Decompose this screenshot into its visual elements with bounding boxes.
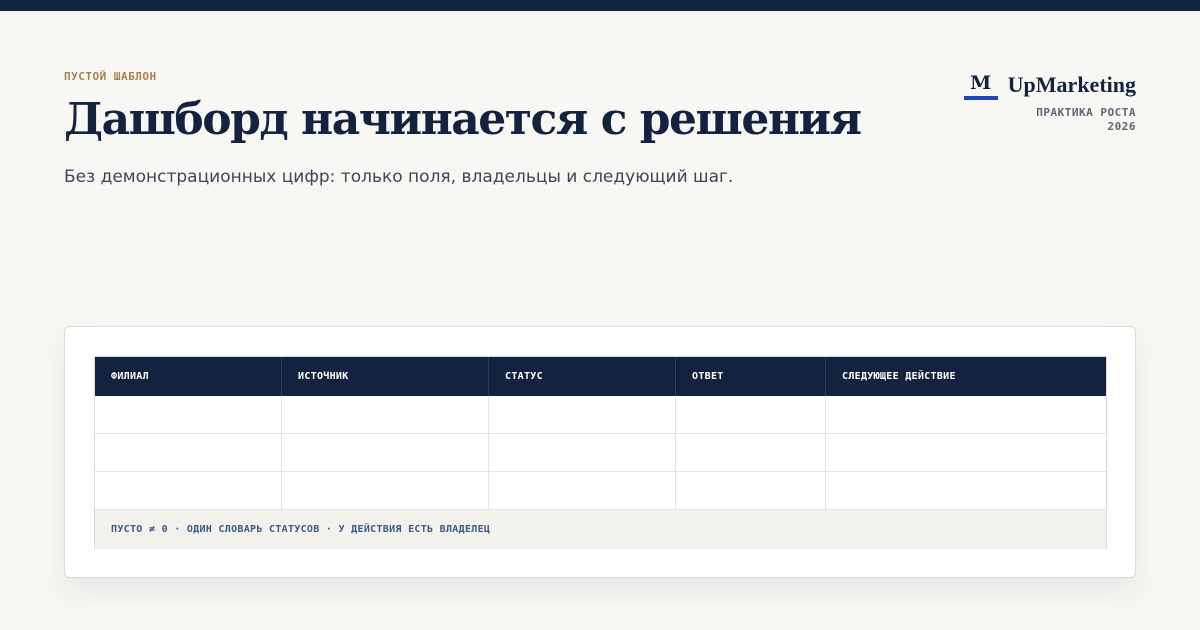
table-cell[interactable] (676, 434, 826, 471)
table-cell[interactable] (95, 396, 282, 433)
table-cell[interactable] (676, 396, 826, 433)
table-cell[interactable] (826, 472, 1106, 509)
eyebrow-label: ПУСТОЙ ШАБЛОН (64, 70, 157, 83)
table-cell[interactable] (282, 434, 489, 471)
brand-tagline: ПРАКТИКА РОСТА 2026 (1036, 106, 1136, 134)
page-title: Дашборд начинается с решения (64, 94, 862, 145)
brand-year: 2026 (1107, 120, 1136, 133)
column-header-status[interactable]: СТАТУС (489, 357, 676, 396)
brand-name: UpMarketing (1007, 72, 1136, 97)
table-cell[interactable] (95, 434, 282, 471)
table-cell[interactable] (95, 472, 282, 509)
table-cell[interactable] (826, 396, 1106, 433)
table-cell[interactable] (489, 434, 676, 471)
brand-logo-icon: M (963, 70, 998, 100)
brand-row: M UpMarketing (963, 70, 1136, 100)
table-cell[interactable] (282, 472, 489, 509)
table-cell[interactable] (282, 396, 489, 433)
table-cell[interactable] (676, 472, 826, 509)
top-accent-bar (0, 0, 1200, 11)
dashboard-table: ФИЛИАЛ ИСТОЧНИК СТАТУС ОТВЕТ СЛЕДУЮЩЕЕ Д… (94, 356, 1107, 549)
table-row (95, 434, 1106, 472)
table-footer-note: ПУСТО ≠ 0 · ОДИН СЛОВАРЬ СТАТУСОВ · У ДЕ… (95, 510, 1106, 549)
column-header-next-action[interactable]: СЛЕДУЮЩЕЕ ДЕЙСТВИЕ (826, 357, 1106, 396)
page-subtitle: Без демонстрационных цифр: только поля, … (64, 167, 734, 187)
table-cell[interactable] (489, 396, 676, 433)
table-cell[interactable] (489, 472, 676, 509)
table-cell[interactable] (826, 434, 1106, 471)
column-header-response[interactable]: ОТВЕТ (676, 357, 826, 396)
dashboard-card: ФИЛИАЛ ИСТОЧНИК СТАТУС ОТВЕТ СЛЕДУЮЩЕЕ Д… (64, 326, 1136, 578)
column-header-branch[interactable]: ФИЛИАЛ (95, 357, 282, 396)
column-header-source[interactable]: ИСТОЧНИК (282, 357, 489, 396)
table-header: ФИЛИАЛ ИСТОЧНИК СТАТУС ОТВЕТ СЛЕДУЮЩЕЕ Д… (95, 357, 1106, 396)
table-row (95, 396, 1106, 434)
table-row (95, 472, 1106, 510)
brand-block: M UpMarketing ПРАКТИКА РОСТА 2026 (963, 70, 1136, 134)
brand-tagline-line1: ПРАКТИКА РОСТА (1036, 106, 1136, 119)
